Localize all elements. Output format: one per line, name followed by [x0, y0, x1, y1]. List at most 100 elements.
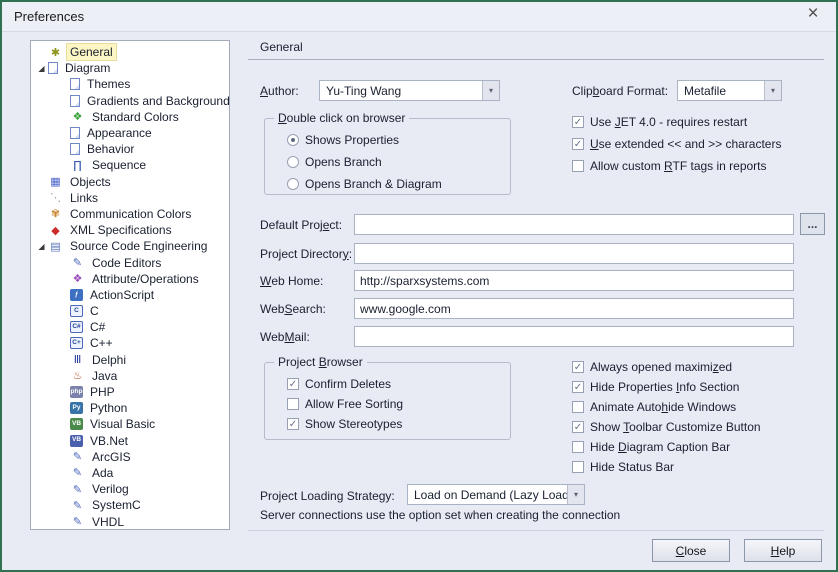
tree-item-general[interactable]: ✱ General	[31, 44, 229, 60]
verilog-icon: ✎	[70, 482, 85, 496]
objects-icon: ▦	[48, 175, 63, 189]
tree-item-sequence[interactable]: ∏ Sequence	[31, 157, 229, 173]
tree-item-actionscript[interactable]: ƒ ActionScript	[31, 287, 229, 303]
chevron-down-icon[interactable]: ▾	[482, 81, 499, 100]
expander-icon[interactable]: ◢	[35, 64, 48, 73]
checkbox-hide-status-bar[interactable]: Hide Status Bar	[572, 459, 761, 475]
tree-item-xml-specifications[interactable]: ◆ XML Specifications	[31, 222, 229, 238]
tree-item-delphi[interactable]: Ⅲ Delphi	[31, 352, 229, 368]
tree-item-communication-colors[interactable]: ✾ Communication Colors	[31, 206, 229, 222]
c-icon: C	[70, 305, 83, 317]
tree-item-vb-net[interactable]: VB VB.Net	[31, 433, 229, 449]
tree-item-source-code-engineering[interactable]: ◢ ▤ Source Code Engineering	[31, 238, 229, 254]
checkbox-icon	[572, 160, 584, 172]
chevron-down-icon[interactable]: ▾	[567, 485, 584, 504]
java-icon: ♨	[70, 369, 85, 383]
expander-icon[interactable]: ◢	[35, 242, 48, 251]
tree-item-vhdl[interactable]: ✎ VHDL	[31, 513, 229, 529]
checkbox-show-stereotypes[interactable]: ✓ Show Stereotypes	[287, 416, 403, 432]
checkbox-allow-free-sorting[interactable]: Allow Free Sorting	[287, 396, 403, 412]
tree-item-php[interactable]: php PHP	[31, 384, 229, 400]
source-code-icon: ▤	[48, 239, 63, 253]
checkbox-icon: ✓	[572, 421, 584, 433]
tree-item-standard-colors[interactable]: ❖ Standard Colors	[31, 109, 229, 125]
default-project-label: Default Project:	[260, 214, 342, 235]
clipboard-format-combobox[interactable]: Metafile ▾	[677, 80, 782, 101]
checkbox-use-jet-4-0-requires-restart[interactable]: ✓ Use JET 4.0 - requires restart	[572, 114, 781, 130]
tree-item-c[interactable]: C C	[31, 303, 229, 319]
delphi-icon: Ⅲ	[70, 353, 85, 367]
web-mail-label: Web Mail:	[260, 326, 310, 347]
checkbox-show-toolbar-customize-button[interactable]: ✓ Show Toolbar Customize Button	[572, 419, 761, 435]
double-click-group: Double click on browser Shows Properties…	[264, 118, 511, 195]
chevron-down-icon[interactable]: ▾	[764, 81, 781, 100]
project-browser-checks: ✓ Confirm Deletes Allow Free Sorting ✓ S…	[287, 376, 403, 432]
browse-button[interactable]: ...	[800, 213, 825, 235]
tree-item-objects[interactable]: ▦ Objects	[31, 174, 229, 190]
close-button[interactable]: Close	[652, 539, 730, 562]
author-combobox[interactable]: Yu-Ting Wang ▾	[319, 80, 500, 101]
checkbox-icon: ✓	[572, 361, 584, 373]
loading-strategy-combobox[interactable]: Load on Demand (Lazy Load) ▾	[407, 484, 585, 505]
author-label: Author:	[260, 80, 299, 101]
checkbox-hide-diagram-caption-bar[interactable]: Hide Diagram Caption Bar	[572, 439, 761, 455]
project-browser-group-label: Project Browser	[274, 355, 367, 369]
tree-item-code-editors[interactable]: ✎ Code Editors	[31, 254, 229, 270]
code-editor-icon: ✎	[70, 256, 85, 270]
tree-item-behavior[interactable]: Behavior	[31, 141, 229, 157]
tree-item-gradients-and-background[interactable]: Gradients and Background	[31, 93, 229, 109]
web-search-label: Web Search:	[260, 298, 326, 319]
checkbox-confirm-deletes[interactable]: ✓ Confirm Deletes	[287, 376, 403, 392]
checkbox-icon: ✓	[572, 116, 584, 128]
double-click-group-label: Double click on browser	[274, 111, 409, 125]
tree-item-ada[interactable]: ✎ Ada	[31, 465, 229, 481]
clipboard-format-label: Clipboard Format:	[572, 80, 668, 101]
help-button[interactable]: Help	[744, 539, 822, 562]
checkbox-icon: ✓	[572, 381, 584, 393]
web-search-input[interactable]	[354, 298, 794, 319]
tree-item-links[interactable]: ⋱ Links	[31, 190, 229, 206]
web-home-input[interactable]	[354, 270, 794, 291]
project-directory-input[interactable]	[354, 243, 794, 264]
web-home-label: Web Home:	[260, 270, 323, 291]
tree-item-c[interactable]: C# C#	[31, 319, 229, 335]
tree-item-arcgis[interactable]: ✎ ArcGIS	[31, 449, 229, 465]
tree-item-c[interactable]: C+ C++	[31, 335, 229, 351]
tree-item-java[interactable]: ♨ Java	[31, 368, 229, 384]
gradients-page-icon	[70, 95, 80, 107]
project-browser-group: Project Browser ✓ Confirm Deletes Allow …	[264, 362, 511, 440]
checkbox-icon	[572, 441, 584, 453]
arcgis-icon: ✎	[70, 450, 85, 464]
tree-item-diagram[interactable]: ◢ Diagram	[31, 60, 229, 76]
preferences-dialog: Preferences × ✱ General ◢ Diagram Themes…	[0, 0, 838, 572]
tree-item-themes[interactable]: Themes	[31, 76, 229, 92]
double-click-options: Shows Properties Opens Branch Opens Bran…	[287, 132, 442, 192]
checkbox-icon	[287, 398, 299, 410]
tree-item-systemc[interactable]: ✎ SystemC	[31, 497, 229, 513]
checkbox-always-opened-maximized[interactable]: ✓ Always opened maximized	[572, 359, 761, 375]
checkbox-allow-custom-rtf-tags-in-reports[interactable]: Allow custom RTF tags in reports	[572, 158, 781, 174]
tree-item-verilog[interactable]: ✎ Verilog	[31, 481, 229, 497]
default-project-input[interactable]	[354, 214, 794, 235]
radio-option-opens-branch[interactable]: Opens Branch	[287, 154, 442, 170]
tree-item-visual-basic[interactable]: VB Visual Basic	[31, 416, 229, 432]
python-icon: Py	[70, 402, 83, 414]
tree-item-appearance[interactable]: Appearance	[31, 125, 229, 141]
vhdl-icon: ✎	[70, 515, 85, 529]
visual-basic-icon: VB	[70, 418, 83, 430]
radio-option-shows-properties[interactable]: Shows Properties	[287, 132, 442, 148]
close-icon[interactable]: ×	[802, 3, 824, 25]
tree-item-attribute-operations[interactable]: ❖ Attribute/Operations	[31, 271, 229, 287]
general-option-checks: ✓ Use JET 4.0 - requires restart ✓ Use e…	[572, 114, 781, 174]
checkbox-animate-autohide-windows[interactable]: Animate Autohide Windows	[572, 399, 761, 415]
actionscript-icon: ƒ	[70, 289, 83, 301]
tree-item-python[interactable]: Py Python	[31, 400, 229, 416]
communication-colors-icon: ✾	[48, 207, 63, 221]
checkbox-hide-properties-info-section[interactable]: ✓ Hide Properties Info Section	[572, 379, 761, 395]
web-mail-input[interactable]	[354, 326, 794, 347]
themes-page-icon	[70, 78, 80, 90]
checkbox-use-extended-and-characters[interactable]: ✓ Use extended << and >> characters	[572, 136, 781, 152]
radio-option-opens-branch-diagram[interactable]: Opens Branch & Diagram	[287, 176, 442, 192]
preferences-tree: ✱ General ◢ Diagram Themes Gradients and…	[30, 40, 230, 530]
author-value: Yu-Ting Wang	[320, 81, 482, 100]
